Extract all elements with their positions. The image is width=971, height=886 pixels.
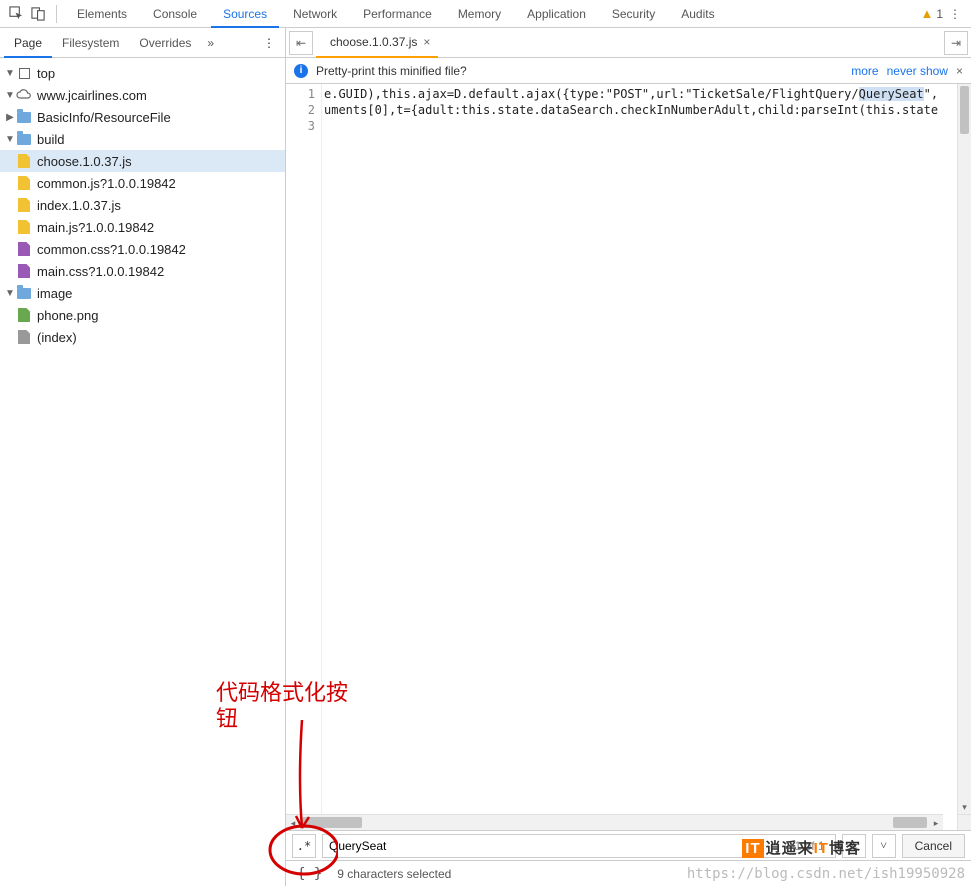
tab-memory[interactable]: Memory — [446, 0, 513, 28]
warnings-badge[interactable]: ▲1 — [920, 6, 943, 21]
status-bar: { } 9 characters selected — [286, 860, 971, 886]
info-icon: i — [294, 64, 308, 78]
document-icon — [18, 330, 30, 344]
tree-top-label: top — [37, 66, 55, 81]
find-count: 1 of 1 — [791, 839, 829, 853]
file-tab-bar: ⇤ choose.1.0.37.js × ⇥ — [286, 28, 971, 58]
device-icon[interactable] — [28, 4, 48, 24]
search-highlight: QuerySeat — [859, 87, 924, 101]
warning-count: 1 — [936, 7, 943, 21]
editor-pane: ⇤ choose.1.0.37.js × ⇥ i Pretty-print th… — [286, 28, 971, 886]
tree-folder-basicinfo[interactable]: ▶BasicInfo/ResourceFile — [0, 106, 285, 128]
tree-file[interactable]: main.js?1.0.0.19842 — [0, 216, 285, 238]
folder-icon — [17, 112, 31, 123]
folder-icon — [17, 134, 31, 145]
nav-back-button[interactable]: ⇤ — [289, 31, 313, 55]
file-tree: ▼top ▼www.jcairlines.com ▶BasicInfo/Reso… — [0, 58, 285, 886]
more-menu-icon[interactable]: ⋮ — [945, 7, 965, 21]
tree-folder-build[interactable]: ▼build — [0, 128, 285, 150]
tree-file-choose[interactable]: choose.1.0.37.js — [0, 150, 285, 172]
side-more-icon[interactable]: ⋮ — [257, 36, 281, 50]
inspect-icon[interactable] — [6, 4, 26, 24]
infobar-never-link[interactable]: never show — [887, 64, 948, 78]
tree-file-index[interactable]: (index) — [0, 326, 285, 348]
horizontal-scrollbar[interactable]: ◂ ▸ — [286, 814, 943, 830]
format-button[interactable]: { } — [292, 865, 327, 883]
side-tab-filesystem[interactable]: Filesystem — [52, 28, 129, 58]
find-next-button[interactable]: ˅ — [872, 834, 896, 858]
tab-audits[interactable]: Audits — [669, 0, 726, 28]
js-file-icon — [18, 176, 30, 190]
css-file-icon — [18, 242, 30, 256]
devtools-tabbar: Elements Console Sources Network Perform… — [0, 0, 971, 28]
file-tab-label: choose.1.0.37.js — [330, 35, 417, 49]
cloud-icon — [16, 87, 32, 103]
tab-security[interactable]: Security — [600, 0, 667, 28]
find-bar: .* 1 of 1 ˄ ˅ Cancel — [286, 830, 971, 860]
tree-top[interactable]: ▼top — [0, 62, 285, 84]
tree-file[interactable]: phone.png — [0, 304, 285, 326]
infobar-message: Pretty-print this minified file? — [316, 64, 843, 78]
warning-icon: ▲ — [920, 6, 933, 21]
css-file-icon — [18, 264, 30, 278]
js-file-icon — [18, 154, 30, 168]
navigator-sidebar: Page Filesystem Overrides » ⋮ ▼top ▼www.… — [0, 28, 286, 886]
line-gutter: 1 2 3 — [286, 84, 322, 814]
nav-fwd-button[interactable]: ⇥ — [944, 31, 968, 55]
find-field[interactable]: 1 of 1 — [322, 834, 836, 858]
tree-file[interactable]: common.css?1.0.0.19842 — [0, 238, 285, 260]
file-tab-active[interactable]: choose.1.0.37.js × — [316, 28, 438, 58]
tree-file[interactable]: index.1.0.37.js — [0, 194, 285, 216]
scroll-thumb[interactable] — [960, 86, 969, 134]
code-editor[interactable]: 1 2 3 e.GUID),this.ajax=D.default.ajax({… — [286, 84, 971, 814]
scroll-down-icon[interactable]: ▾ — [958, 800, 971, 814]
tab-sources[interactable]: Sources — [211, 0, 279, 28]
cancel-button[interactable]: Cancel — [902, 834, 965, 858]
tab-performance[interactable]: Performance — [351, 0, 444, 28]
separator — [56, 5, 57, 23]
selection-status: 9 characters selected — [337, 867, 451, 881]
scroll-left-icon[interactable]: ◂ — [286, 815, 300, 830]
side-tab-page[interactable]: Page — [4, 28, 52, 58]
scroll-thumb[interactable] — [893, 817, 927, 828]
close-icon[interactable]: × — [956, 64, 963, 78]
scroll-right-icon[interactable]: ▸ — [929, 815, 943, 830]
js-file-icon — [18, 198, 30, 212]
scroll-corner — [957, 814, 971, 830]
tab-application[interactable]: Application — [515, 0, 598, 28]
find-prev-button[interactable]: ˄ — [842, 834, 866, 858]
tree-domain[interactable]: ▼www.jcairlines.com — [0, 84, 285, 106]
more-tabs-icon[interactable]: » — [201, 36, 220, 50]
infobar-more-link[interactable]: more — [851, 64, 878, 78]
tree-folder-image[interactable]: ▼image — [0, 282, 285, 304]
navigator-tabs: Page Filesystem Overrides » ⋮ — [0, 28, 285, 58]
tab-console[interactable]: Console — [141, 0, 209, 28]
folder-icon — [17, 288, 31, 299]
vertical-scrollbar[interactable]: ▴ ▾ — [957, 84, 971, 814]
tree-file[interactable]: common.js?1.0.0.19842 — [0, 172, 285, 194]
tab-elements[interactable]: Elements — [65, 0, 139, 28]
domain-label: www.jcairlines.com — [37, 88, 147, 103]
side-tab-overrides[interactable]: Overrides — [129, 28, 201, 58]
find-input[interactable] — [329, 839, 791, 853]
code-content[interactable]: e.GUID),this.ajax=D.default.ajax({type:"… — [322, 84, 971, 814]
js-file-icon — [18, 220, 30, 234]
tab-network[interactable]: Network — [281, 0, 349, 28]
pretty-print-infobar: i Pretty-print this minified file? more … — [286, 58, 971, 84]
regex-toggle[interactable]: .* — [292, 834, 316, 858]
image-file-icon — [18, 308, 30, 322]
close-icon[interactable]: × — [423, 35, 430, 49]
tree-file[interactable]: main.css?1.0.0.19842 — [0, 260, 285, 282]
scroll-thumb[interactable] — [302, 817, 362, 828]
